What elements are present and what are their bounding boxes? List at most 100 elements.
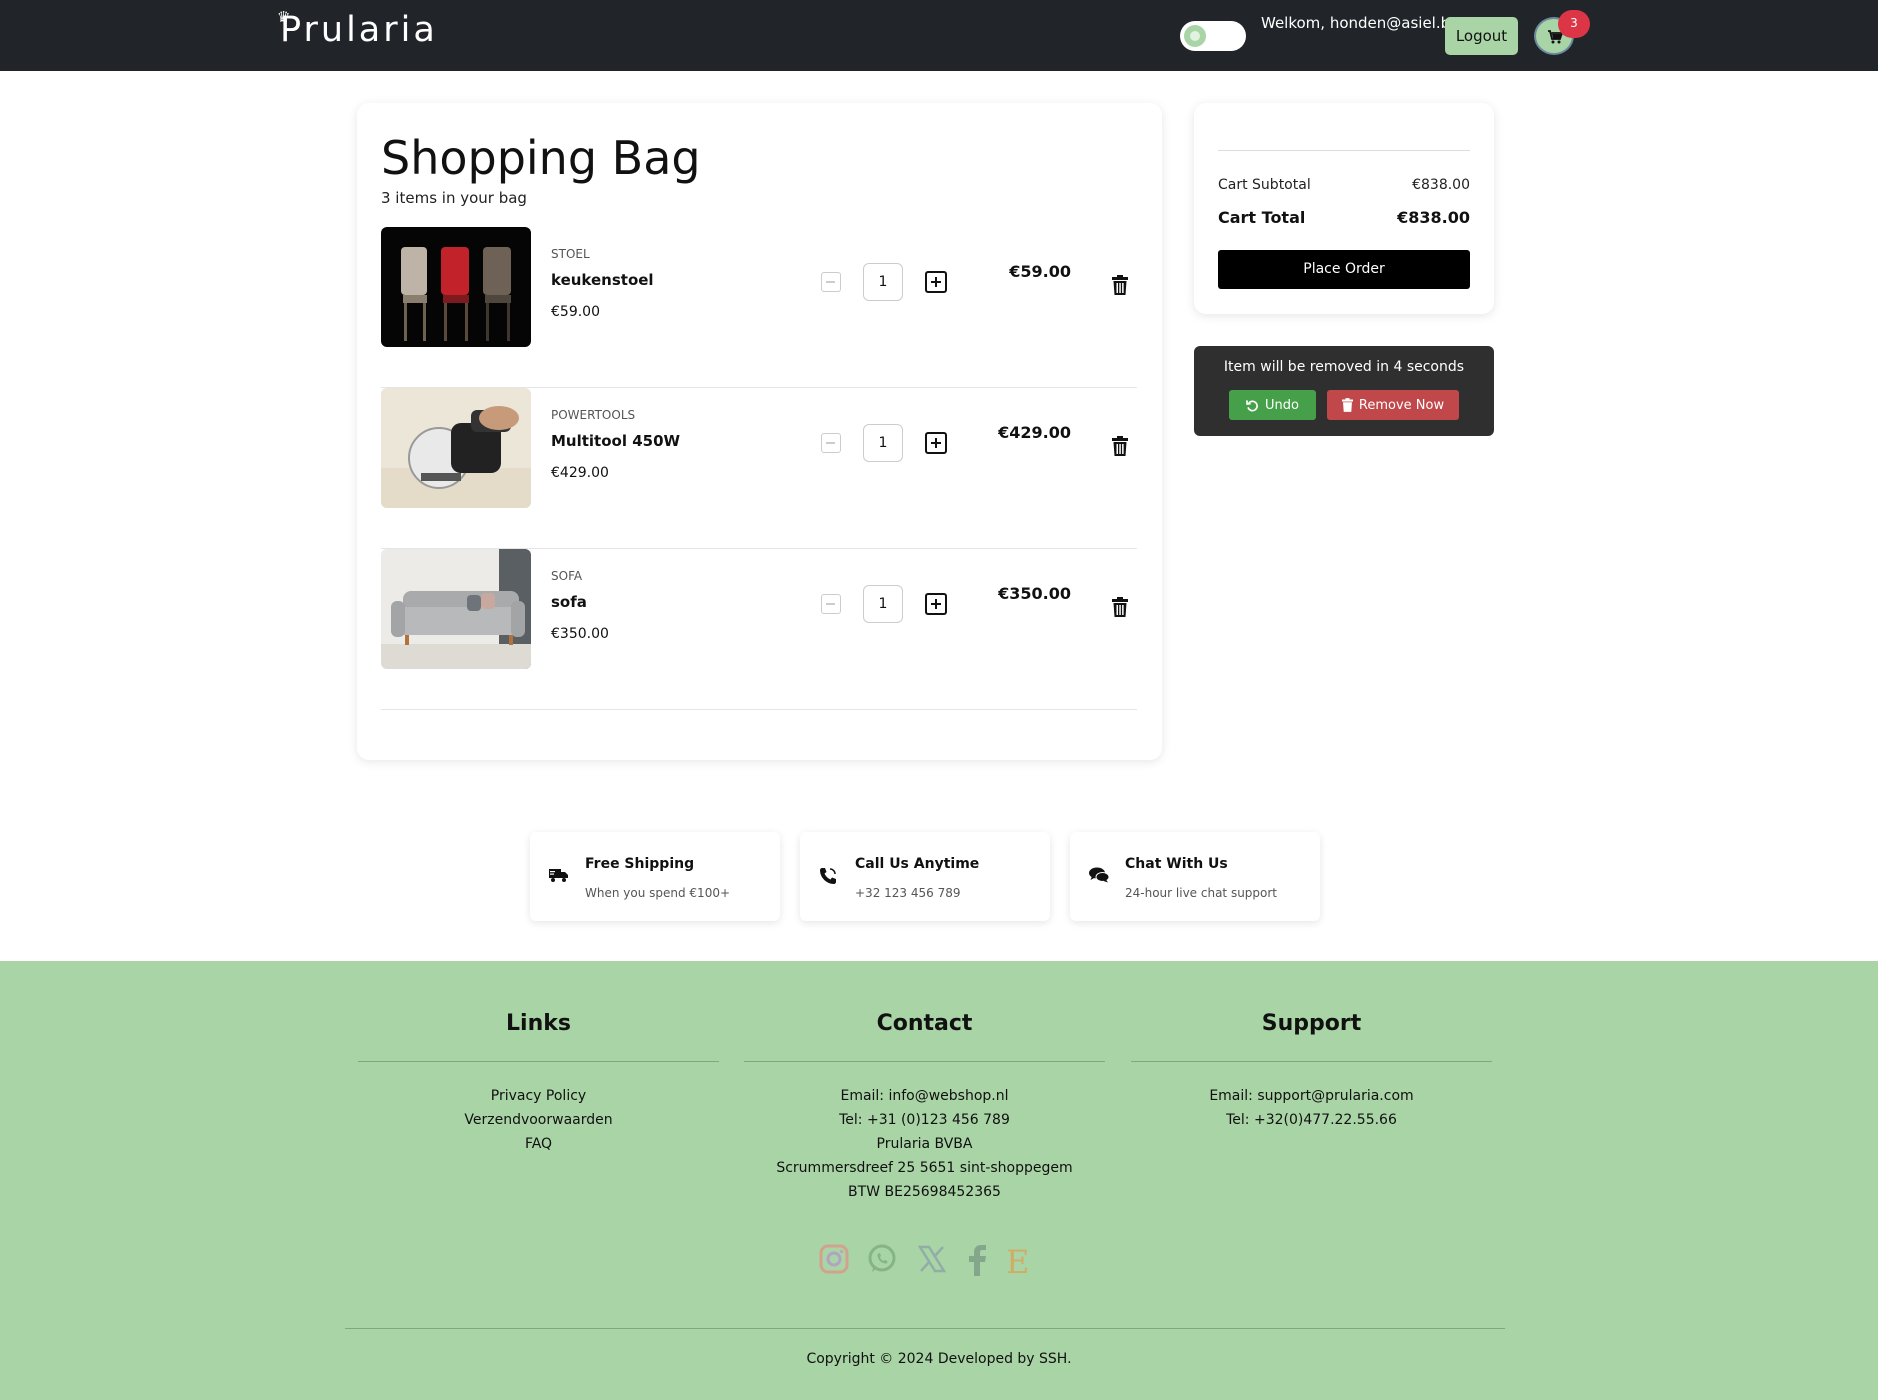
toast-message: Item will be removed in 4 seconds (1223, 359, 1465, 375)
x-icon[interactable] (917, 1244, 947, 1274)
increase-quantity-button[interactable] (925, 271, 947, 293)
phone-icon (820, 868, 836, 884)
copyright-text: Copyright © 2024 Developed by SSH. (806, 1351, 1072, 1367)
subtotal-label: Cart Subtotal (1218, 177, 1311, 193)
footer-links-column: Links Privacy Policy Verzendvoorwaarden … (358, 1011, 719, 1156)
total-value: €838.00 (1397, 208, 1470, 227)
increase-quantity-button[interactable] (925, 593, 947, 615)
product-image[interactable] (381, 227, 531, 347)
divider (744, 1061, 1105, 1062)
place-order-button[interactable]: Place Order (1218, 250, 1470, 289)
cart-item: POWERTOOLS Multitool 450W €429.00 1 €429… (381, 388, 1137, 549)
crown-icon: ♛ (277, 8, 291, 26)
footer-divider (345, 1328, 1505, 1329)
undo-button[interactable]: Undo (1229, 390, 1316, 420)
quantity-input[interactable]: 1 (863, 585, 903, 623)
total-row: Cart Total €838.00 (1218, 208, 1470, 227)
product-name[interactable]: Multitool 450W (551, 432, 680, 450)
support-email: Email: support@prularia.com (1209, 1088, 1414, 1104)
feature-text: 24-hour live chat support (1125, 886, 1278, 900)
decrease-quantity-button[interactable] (821, 433, 841, 453)
subtotal-value: €838.00 (1412, 177, 1470, 193)
divider (358, 1061, 719, 1062)
unit-price: €350.00 (551, 626, 609, 642)
contact-phone: Tel: +31 (0)123 456 789 (839, 1112, 1010, 1128)
instagram-icon[interactable] (819, 1244, 849, 1274)
contact-address: Scrummersdreef 25 5651 sint-shoppegem (776, 1160, 1073, 1176)
decrease-quantity-button[interactable] (821, 594, 841, 614)
top-navbar: ♛ Prularia Welkom, honden@asiel.be! Logo… (0, 0, 1878, 71)
contact-vat: BTW BE25698452365 (848, 1184, 1001, 1200)
quantity-input[interactable]: 1 (863, 424, 903, 462)
summary-divider (1218, 150, 1470, 151)
bag-item-count: 3 items in your bag (381, 189, 527, 207)
feature-title: Free Shipping (585, 856, 695, 872)
total-label: Cart Total (1218, 208, 1306, 227)
truck-icon (549, 869, 568, 882)
feature-title: Call Us Anytime (855, 856, 980, 872)
theme-toggle[interactable] (1180, 21, 1246, 51)
welcome-text: Welkom, honden@asiel.be! (1261, 14, 1466, 32)
product-name[interactable]: keukenstoel (551, 271, 654, 289)
toggle-knob (1184, 25, 1206, 47)
feature-title: Chat With Us (1125, 856, 1228, 872)
footer-contact-column: Contact Email: info@webshop.nl Tel: +31 … (744, 1011, 1105, 1204)
site-footer: Links Privacy Policy Verzendvoorwaarden … (0, 961, 1878, 1400)
unit-price: €59.00 (551, 304, 600, 320)
brand-logo[interactable]: ♛ Prularia (277, 8, 438, 50)
feature-text: +32 123 456 789 (855, 886, 961, 900)
logout-button[interactable]: Logout (1445, 17, 1518, 55)
undo-icon (1246, 399, 1258, 411)
footer-link-faq[interactable]: FAQ (358, 1132, 719, 1156)
divider (1131, 1061, 1492, 1062)
feature-call-us: Call Us Anytime +32 123 456 789 (800, 832, 1050, 921)
line-total: €429.00 (998, 423, 1071, 442)
chat-icon (1089, 867, 1109, 883)
trash-icon[interactable] (1112, 275, 1128, 295)
removal-toast: Item will be removed in 4 seconds Undo R… (1194, 346, 1494, 436)
trash-icon[interactable] (1112, 436, 1128, 456)
increase-quantity-button[interactable] (925, 432, 947, 454)
line-total: €59.00 (1009, 262, 1071, 281)
cart-summary-card: Cart Subtotal €838.00 Cart Total €838.00… (1194, 103, 1494, 314)
footer-support-column: Support Email: support@prularia.com Tel:… (1131, 1011, 1492, 1132)
footer-contact-title: Contact (876, 1011, 973, 1036)
whatsapp-icon[interactable] (867, 1244, 897, 1274)
etsy-icon[interactable]: E (1005, 1244, 1031, 1276)
line-total: €350.00 (998, 584, 1071, 603)
product-image[interactable] (381, 549, 531, 669)
social-links: E (819, 1244, 1039, 1280)
remove-now-label: Remove Now (1358, 397, 1445, 413)
footer-links-title: Links (506, 1011, 571, 1036)
remove-now-button[interactable]: Remove Now (1327, 390, 1459, 420)
footer-link-privacy[interactable]: Privacy Policy (358, 1084, 719, 1108)
cart-item: STOEL keukenstoel €59.00 1 €59.00 (381, 227, 1137, 388)
product-category: STOEL (551, 247, 590, 261)
brand-name: Prularia (280, 10, 438, 50)
unit-price: €429.00 (551, 465, 609, 481)
contact-company: Prularia BVBA (876, 1136, 973, 1152)
cart-count-badge: 3 (1558, 10, 1590, 38)
product-category: SOFA (551, 569, 583, 583)
svg-text:E: E (1006, 1244, 1029, 1276)
support-phone: Tel: +32(0)477.22.55.66 (1226, 1112, 1397, 1128)
feature-text: When you spend €100+ (585, 886, 731, 900)
facebook-icon[interactable] (965, 1244, 989, 1276)
trash-icon (1341, 398, 1353, 412)
feature-free-shipping: Free Shipping When you spend €100+ (530, 832, 780, 921)
cart-item: SOFA sofa €350.00 1 €350.00 (381, 549, 1137, 710)
product-category: POWERTOOLS (551, 408, 636, 422)
trash-icon[interactable] (1112, 597, 1128, 617)
decrease-quantity-button[interactable] (821, 272, 841, 292)
quantity-input[interactable]: 1 (863, 263, 903, 301)
subtotal-row: Cart Subtotal €838.00 (1218, 177, 1470, 193)
product-name[interactable]: sofa (551, 593, 587, 611)
product-image[interactable] (381, 388, 531, 508)
footer-link-shipping[interactable]: Verzendvoorwaarden (358, 1108, 719, 1132)
contact-email: Email: info@webshop.nl (840, 1088, 1009, 1104)
page-title: Shopping Bag (381, 131, 701, 185)
footer-support-title: Support (1261, 1011, 1362, 1036)
undo-label: Undo (1265, 397, 1299, 413)
shopping-bag-card: Shopping Bag 3 items in your bag STOEL k… (357, 103, 1162, 760)
feature-chat: Chat With Us 24-hour live chat support (1070, 832, 1320, 921)
